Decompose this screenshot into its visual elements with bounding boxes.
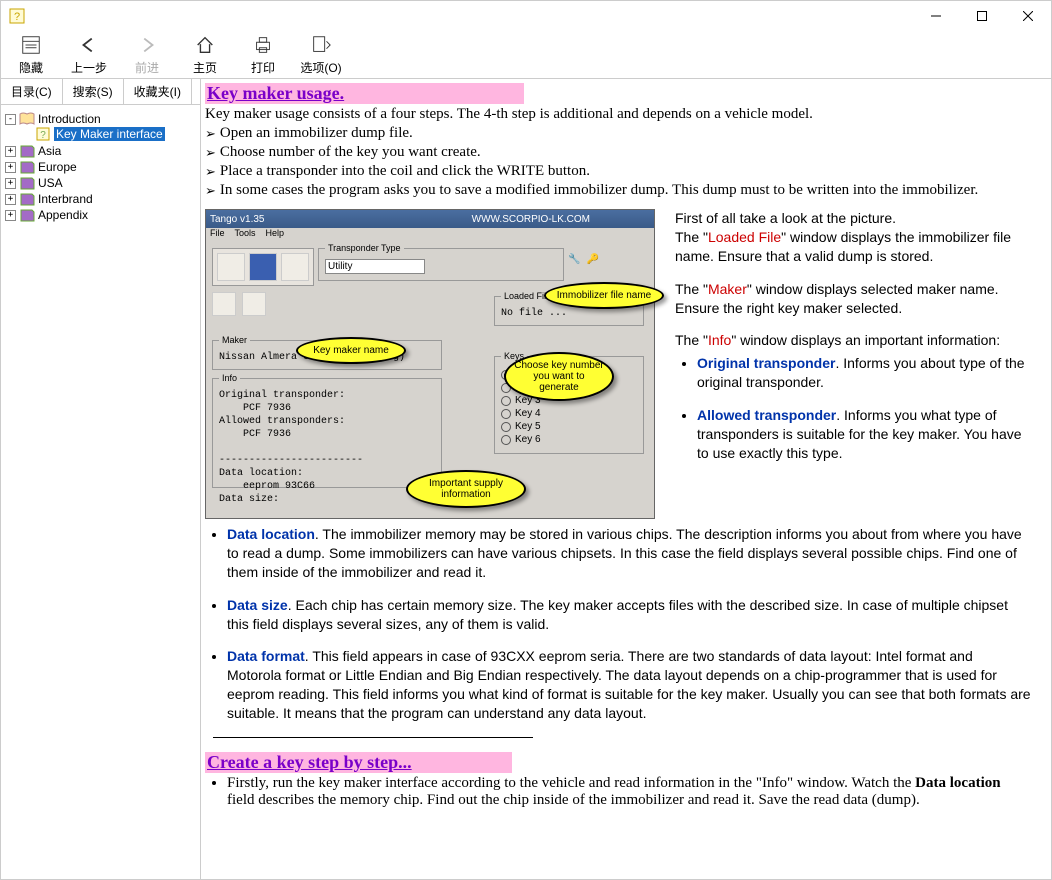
home-label: 主页 [193, 59, 217, 76]
heading-keymaker-usage: Key maker usage. [205, 83, 524, 104]
hide-label: 隐藏 [19, 59, 43, 76]
step-by-step-1: Firstly, run the key maker interface acc… [227, 775, 1031, 809]
book-icon [19, 192, 35, 206]
expander-icon[interactable]: + [5, 146, 16, 157]
options-icon [309, 33, 333, 57]
figure-app-title: Tango v1.35 [210, 214, 265, 225]
figure-menu-file: File [210, 228, 225, 242]
tree-node-appendix[interactable]: Appendix [38, 208, 88, 222]
tab-search[interactable]: 搜索(S) [63, 79, 124, 104]
figure-menu-help: Help [266, 228, 285, 242]
home-icon [193, 33, 217, 57]
figure-side-text: First of all take a look at the picture.… [675, 209, 1031, 463]
expander-icon[interactable]: - [5, 114, 16, 125]
tree-node-keymaker-interface[interactable]: Key Maker interface [54, 127, 165, 141]
data-size-term: Data size [227, 597, 288, 613]
allowed-transponder-term: Allowed transponder [697, 407, 836, 423]
book-icon [19, 176, 35, 190]
tree-node-introduction[interactable]: Introduction [38, 112, 101, 126]
callout-immobilizer-filename: Immobilizer file name [544, 282, 664, 309]
divider [213, 737, 533, 738]
titlebar: ? [1, 1, 1051, 31]
home-button[interactable]: 主页 [183, 33, 227, 76]
book-icon [19, 208, 35, 222]
options-button[interactable]: 选项(O) [299, 33, 343, 76]
figure-menu-tools: Tools [235, 228, 256, 242]
figure-loaded-file-value: No file ... [501, 308, 567, 319]
tree-node-europe[interactable]: Europe [38, 160, 77, 174]
info-term: Info [708, 332, 731, 348]
tree-node-interbrand[interactable]: Interbrand [38, 192, 93, 206]
back-icon [77, 33, 101, 57]
app-window: ? 隐藏 上一步 前进 主页 打印 [0, 0, 1052, 880]
minimize-button[interactable] [913, 1, 959, 31]
book-icon [19, 160, 35, 174]
sidebar-tabs: 目录(C) 搜索(S) 收藏夹(I) [1, 79, 200, 105]
tab-favorites[interactable]: 收藏夹(I) [124, 79, 192, 104]
print-icon [251, 33, 275, 57]
forward-button[interactable]: 前进 [125, 33, 169, 76]
expander-icon[interactable]: + [5, 162, 16, 173]
topic-icon: ? [35, 127, 51, 141]
print-label: 打印 [251, 59, 275, 76]
app-icon: ? [9, 8, 25, 24]
callout-supply-info: Important supply information [406, 470, 526, 508]
wrench-icon: 🔧 [568, 254, 580, 265]
figure-info-text: Original transponder: PCF 7936 Allowed t… [219, 389, 435, 506]
sidebar: 目录(C) 搜索(S) 收藏夹(I) - Introduction [1, 79, 201, 879]
expander-icon[interactable]: + [5, 194, 16, 205]
figure-url: WWW.SCORPIO-LK.COM [472, 214, 590, 225]
tree-node-usa[interactable]: USA [38, 176, 63, 190]
options-label: 选项(O) [300, 59, 341, 76]
step-3: Place a transponder into the coil and cl… [220, 163, 590, 180]
forward-label: 前进 [135, 59, 159, 76]
back-button[interactable]: 上一步 [67, 33, 111, 76]
data-location-term: Data location [227, 526, 315, 542]
hide-button[interactable]: 隐藏 [9, 33, 53, 76]
expander-icon[interactable]: + [5, 178, 16, 189]
step-2: Choose number of the key you want create… [220, 144, 481, 161]
key-icon: 🔑 [586, 254, 598, 265]
print-button[interactable]: 打印 [241, 33, 285, 76]
back-label: 上一步 [71, 59, 107, 76]
maker-term: Maker [708, 281, 747, 297]
intro-text: Key maker usage consists of a four steps… [205, 106, 1031, 123]
callout-keymaker-name: Key maker name [296, 337, 406, 364]
content-pane[interactable]: Key maker usage. Key maker usage consist… [201, 79, 1051, 879]
step-4: In some cases the program asks you to sa… [220, 182, 978, 199]
forward-icon [135, 33, 159, 57]
main-area: 目录(C) 搜索(S) 收藏夹(I) - Introduction [1, 79, 1051, 879]
figure-transponder-type-value: Utility [325, 259, 425, 274]
heading-create-key: Create a key step by step... [205, 752, 512, 773]
expander-icon[interactable]: + [5, 210, 16, 221]
tree-node-asia[interactable]: Asia [38, 144, 61, 158]
callout-choose-key: Choose key number you want to generate [504, 352, 614, 401]
figure-info-label: Info [219, 373, 240, 383]
svg-text:?: ? [40, 130, 46, 141]
original-transponder-term: Original transponder [697, 355, 835, 371]
toolbar: 隐藏 上一步 前进 主页 打印 选项(O) [1, 31, 1051, 79]
figure-maker-label: Maker [219, 335, 250, 345]
close-button[interactable] [1005, 1, 1051, 31]
step-1: Open an immobilizer dump file. [220, 125, 413, 142]
figure-tango-app: Tango v1.35 WWW.SCORPIO-LK.COM File Tool… [205, 209, 655, 519]
tab-contents[interactable]: 目录(C) [1, 79, 63, 104]
loaded-file-term: Loaded File [708, 229, 781, 245]
book-open-icon [19, 112, 35, 126]
maximize-button[interactable] [959, 1, 1005, 31]
tree-view[interactable]: - Introduction ? Key Maker interface [1, 105, 200, 879]
figure-transponder-type-label: Transponder Type [325, 243, 404, 253]
hide-icon [19, 33, 43, 57]
svg-text:?: ? [14, 11, 20, 23]
book-icon [19, 144, 35, 158]
data-format-term: Data format [227, 648, 305, 664]
